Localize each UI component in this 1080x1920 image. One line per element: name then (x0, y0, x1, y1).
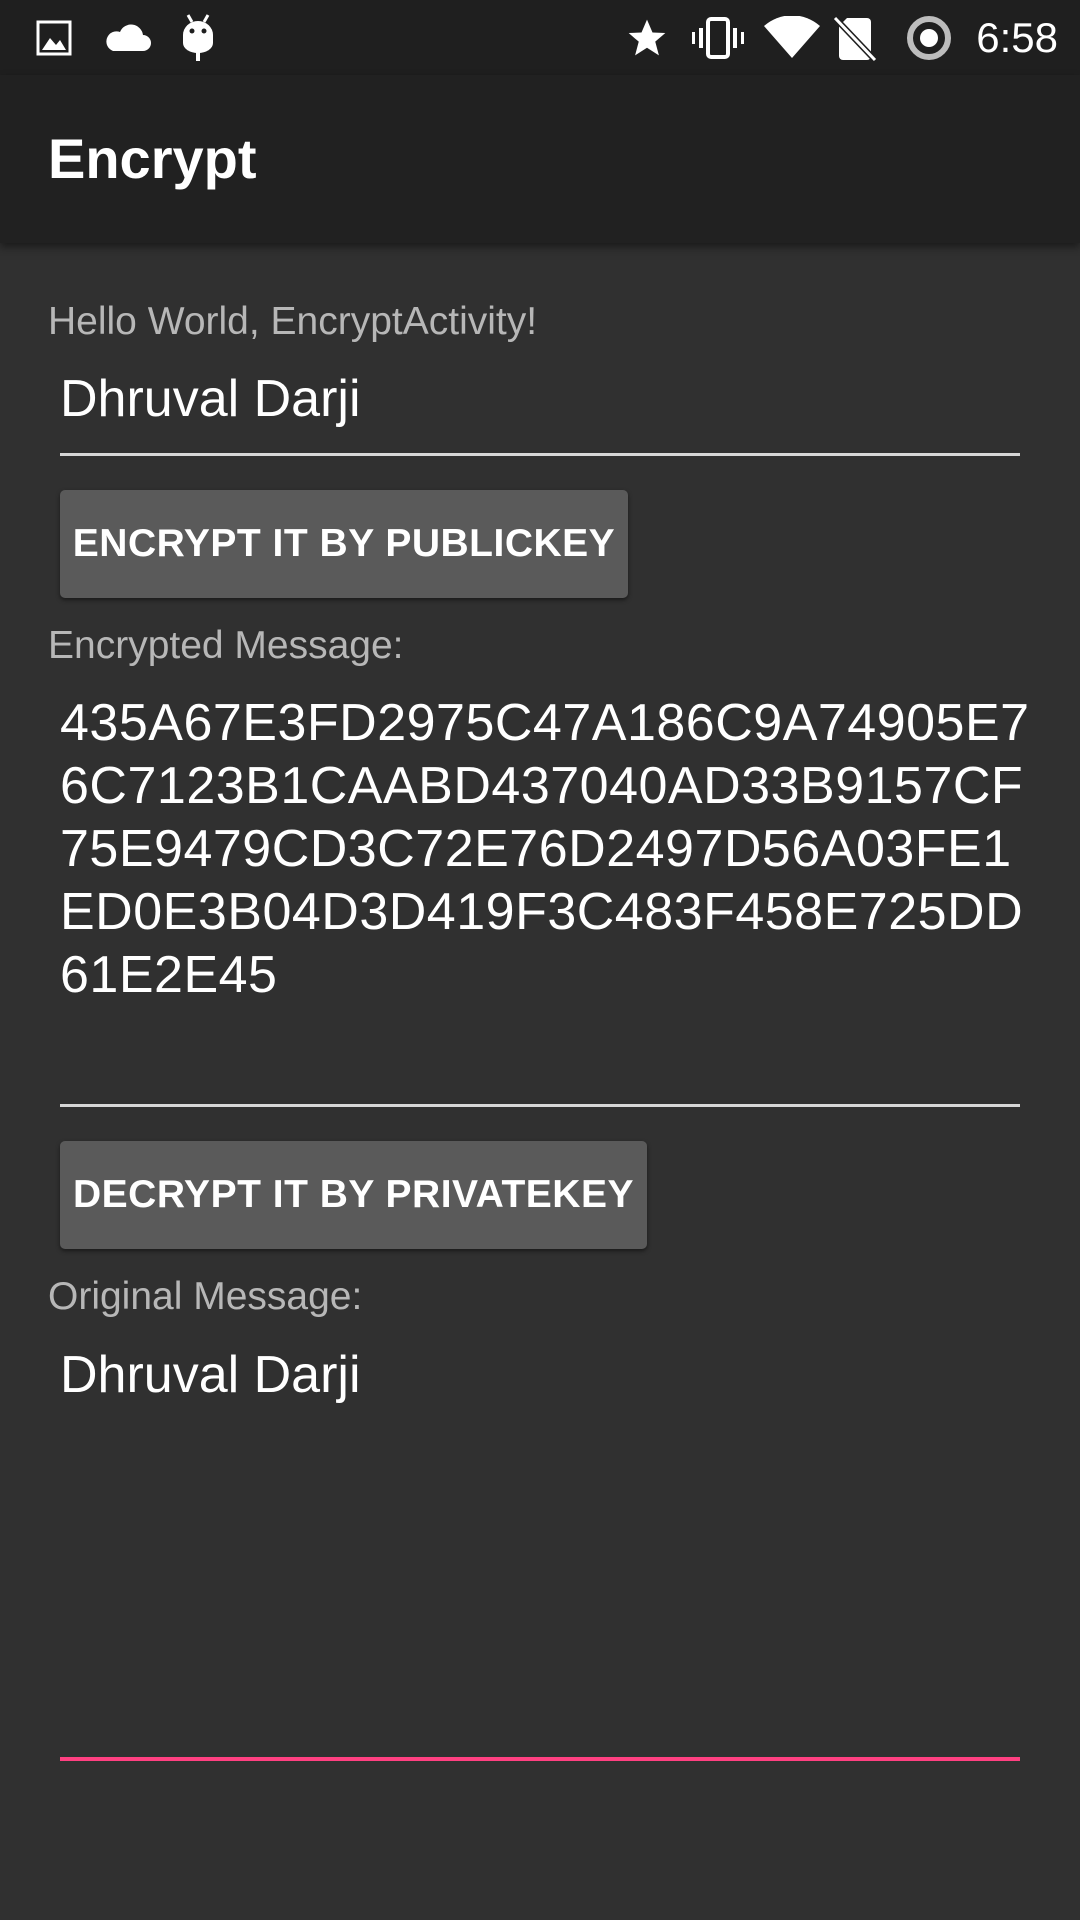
screen: 6:58 Encrypt Hello World, EncryptActivit… (0, 0, 1080, 1920)
cloud-icon (102, 12, 152, 64)
message-input-underline (60, 453, 1020, 456)
encrypted-message-label: Encrypted Message: (48, 624, 404, 667)
sync-icon (904, 12, 954, 64)
status-bar: 6:58 (0, 0, 1080, 75)
original-message-label: Original Message: (48, 1275, 363, 1318)
greeting-text: Hello World, EncryptActivity! (48, 300, 538, 343)
encrypt-button[interactable]: ENCRYPT IT BY PUBLICKEY (60, 490, 628, 598)
message-input[interactable]: Dhruval Darji (60, 368, 361, 430)
original-field-underline (60, 1757, 1020, 1761)
decrypt-button[interactable]: DECRYPT IT BY PRIVATEKEY (60, 1141, 647, 1249)
star-icon (622, 12, 672, 64)
app-bar: Encrypt (0, 75, 1080, 243)
no-sim-icon (830, 12, 880, 64)
wifi-icon (762, 12, 822, 64)
image-icon (34, 12, 74, 64)
clock: 6:58 (976, 14, 1058, 61)
original-message-field[interactable]: Dhruval Darji (60, 1344, 361, 1406)
app-title: Encrypt (48, 127, 257, 190)
android-icon (178, 12, 218, 64)
encrypted-message-field[interactable]: 435A67E3FD2975C47A186C9A74905E76C7123B1C… (60, 692, 1030, 1007)
vibrate-icon (688, 12, 748, 64)
encrypted-field-underline (60, 1104, 1020, 1107)
